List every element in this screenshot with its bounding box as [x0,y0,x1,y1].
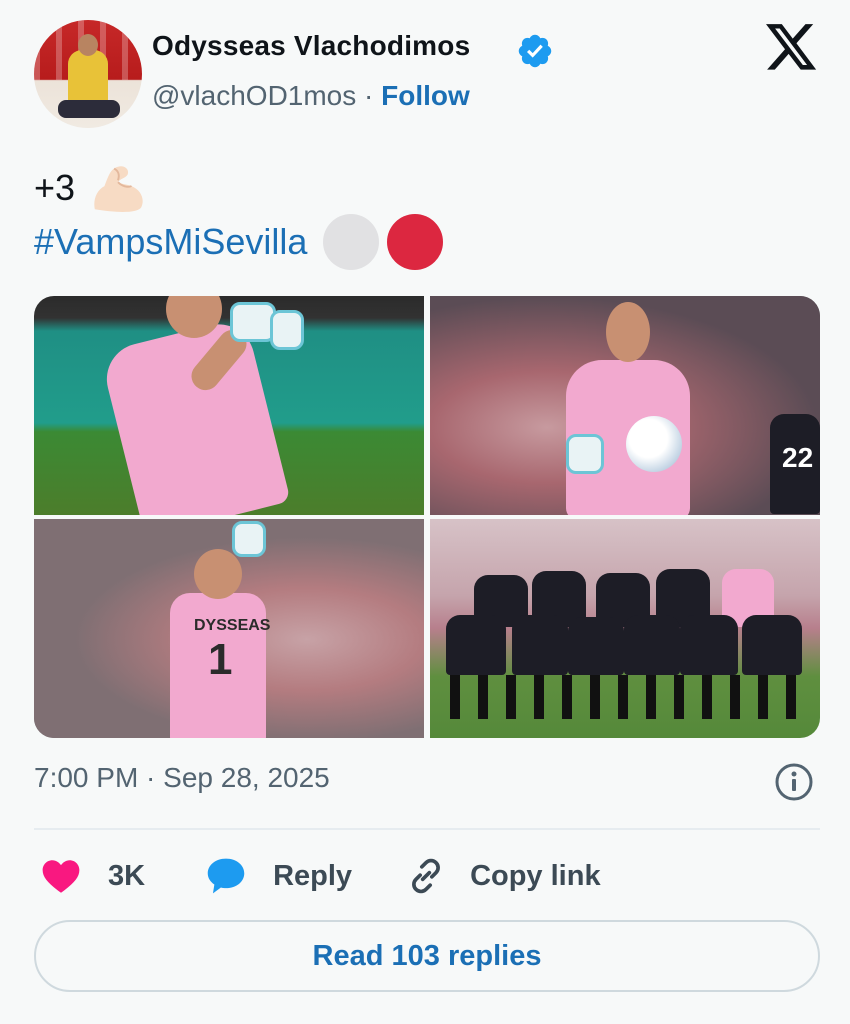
avatar-person [68,50,108,106]
player-legs [450,675,800,719]
x-logo-icon[interactable] [766,24,818,72]
tweet-timestamp[interactable]: 7:00 PM · Sep 28, 2025 [34,762,330,794]
handle-separator: · [364,80,374,111]
info-icon[interactable] [774,762,814,802]
tweet-text: +3 [34,167,76,208]
reply-label: Reply [273,859,353,892]
media-photo-celebration[interactable] [34,296,424,515]
player-dark-kit [446,615,506,675]
media-grid: 22 DYSSEAS 1 [34,296,820,738]
player-dark-kit [680,615,738,675]
shirt-number: 1 [208,635,233,684]
player-dark-kit [742,615,802,675]
copy-link-button[interactable]: Copy link [406,856,601,896]
divider [34,828,820,830]
glove [232,521,266,557]
like-count: 3K [108,859,146,892]
action-bar: 3K Reply Copy link [34,848,601,904]
like-button[interactable]: 3K [34,855,145,897]
link-icon [412,858,441,894]
player-dark-kit [624,615,680,675]
avatar-head [78,34,98,56]
reply-button[interactable]: Reply [205,856,352,896]
media-photo-team-lineup[interactable] [430,519,820,738]
white-circle-emoji-icon [323,214,380,270]
reply-bubble-icon [207,858,245,894]
red-circle-emoji-icon [387,214,444,270]
read-replies-button[interactable]: Read 103 replies [34,920,820,992]
ball [626,416,682,472]
avatar[interactable] [34,20,142,128]
copy-link-label: Copy link [470,859,601,892]
tweet-hashtag-line: #VampsMiSevilla [34,214,444,270]
player-number-22: 22 [782,442,814,473]
glove [566,434,604,474]
media-photo-back-view[interactable]: DYSSEAS 1 [34,519,424,738]
glove [270,310,304,350]
author-name[interactable]: Odysseas Vlachodimos [152,30,470,62]
verified-badge-icon [518,34,552,68]
player-dark-kit [512,615,568,675]
flexed-biceps-emoji-icon [94,166,143,212]
handle-row: @vlachOD1mos · Follow [152,80,470,112]
avatar-legs [58,100,120,118]
shirt-name: DYSSEAS [194,617,271,634]
pink-kit [99,316,291,515]
follow-button[interactable]: Follow [381,80,470,111]
tweet-text-line: +3 [34,160,147,216]
player-head [606,302,650,362]
player-head [194,549,242,599]
author-handle[interactable]: @vlachOD1mos [152,80,356,111]
player-dark-kit [568,617,624,675]
heart-icon [42,860,80,893]
hashtag-link[interactable]: #VampsMiSevilla [34,221,307,263]
media-photo-holding-ball[interactable]: 22 [430,296,820,515]
